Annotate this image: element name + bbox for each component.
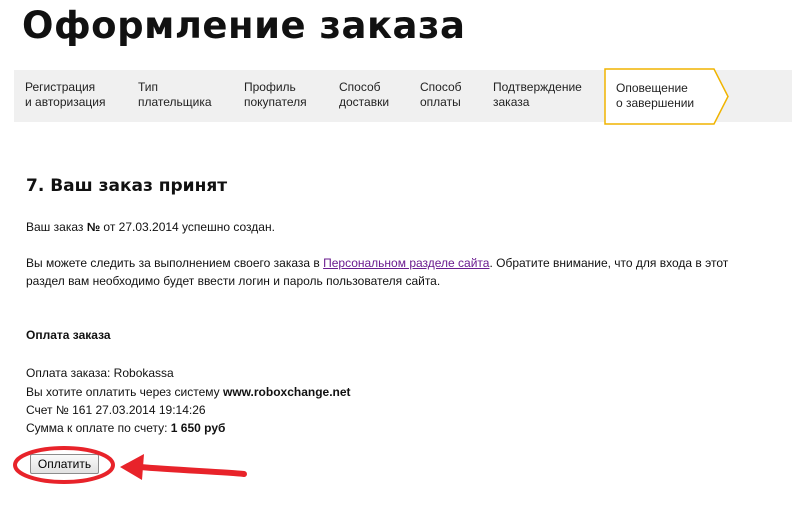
step-payment-method[interactable]: Способ оплаты [420,80,462,110]
step-line: доставки [339,95,390,109]
pointer-arrow-head-icon [120,454,144,480]
step-buyer-profile[interactable]: Профиль покупателя [244,80,307,110]
pointer-arrow-icon [137,464,247,477]
payment-sum-text: Сумма к оплате по счету: 1 650 руб [26,421,225,435]
step-line: оплаты [420,95,461,109]
step-line: Подтверждение [493,80,582,94]
payment-heading: Оплата заказа [26,328,111,342]
payment-sum-value: 1 650 руб [170,421,226,435]
order-number-sign: № [86,220,101,234]
step-line: Способ [339,80,381,94]
step-line: о завершении [616,96,695,110]
order-created-text: Ваш заказ № от 27.03.2014 успешно создан… [26,220,275,234]
order-info-suffix: . Обратите внимание, что для входа в это… [489,256,729,270]
step-line: Тип [138,80,159,94]
payment-sum-prefix: Сумма к оплате по счету: [26,421,171,435]
order-info-prefix: Вы можете следить за выполнением своего … [26,256,324,270]
invoice-text: Счет № 161 27.03.2014 19:14:26 [26,403,206,417]
step-line: Профиль [244,80,296,94]
step-line: и авторизация [25,95,106,109]
step-confirmation[interactable]: Подтверждение заказа [493,80,582,110]
step-payer-type[interactable]: Тип плательщика [138,80,212,110]
step-line: покупателя [244,95,307,109]
step-line: Регистрация [25,80,96,94]
step-completion-active: Оповещение о завершении [604,68,730,125]
step-line: Способ [420,80,462,94]
payment-system-text: Вы хотите оплатить через систему www.rob… [26,385,351,399]
step-delivery[interactable]: Способ доставки [339,80,389,110]
order-info-text: Вы можете следить за выполнением своего … [26,256,728,270]
order-created-suffix: от 27.03.2014 успешно создан. [100,220,275,234]
page-title: Оформление заказа [22,4,466,47]
personal-section-link[interactable]: Персональном разделе сайта [323,256,489,270]
step-registration[interactable]: Регистрация и авторизация [25,80,105,110]
step-line: заказа [493,95,530,109]
order-info-text-line2: раздел вам необходимо будет ввести логин… [26,274,441,288]
payment-method-text: Оплата заказа: Robokassa [26,366,174,380]
step-line: плательщика [138,95,212,109]
payment-system-name: www.roboxchange.net [222,385,351,399]
step-line: Оповещение [616,81,688,95]
payment-system-prefix: Вы хотите оплатить через систему [26,385,223,399]
order-accepted-heading: 7. Ваш заказ принят [26,176,228,196]
order-created-prefix: Ваш заказ [26,220,87,234]
checkout-steps-bar: Регистрация и авторизация Тип плательщик… [14,68,792,125]
pay-button[interactable]: Оплатить [30,454,99,474]
